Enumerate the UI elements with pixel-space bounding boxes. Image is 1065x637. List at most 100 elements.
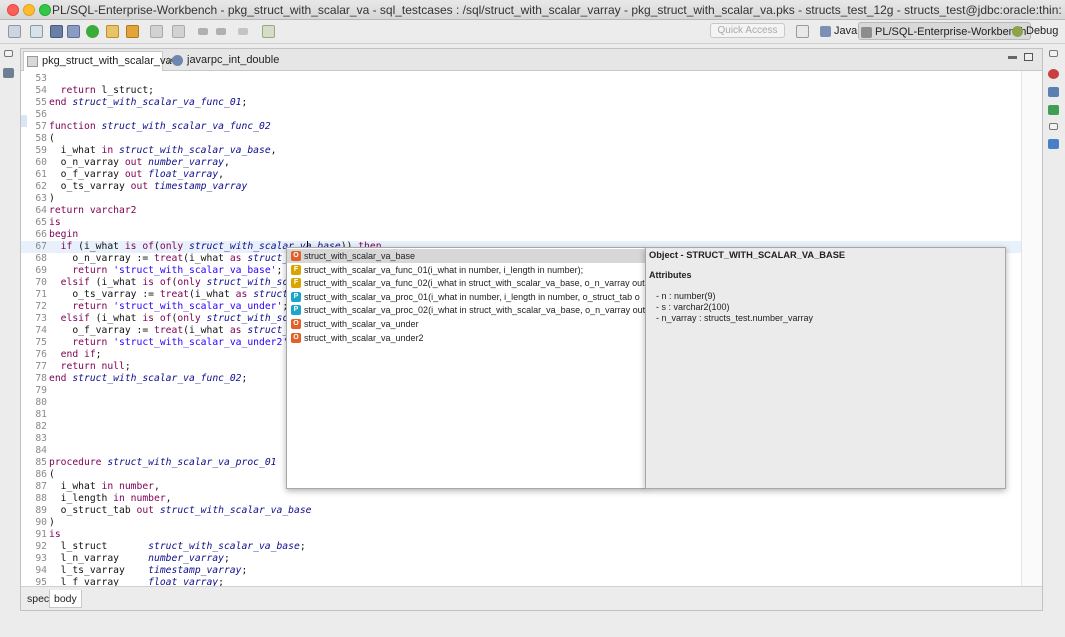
code-text: is [49, 529, 61, 541]
nav-icon[interactable] [150, 25, 163, 38]
overview-ruler[interactable] [1021, 71, 1042, 586]
line-number: 94 [35, 565, 47, 576]
maximize-view-icon[interactable] [1024, 53, 1033, 61]
back-arrow-icon[interactable] [198, 28, 208, 35]
proposal-kind-icon: P [291, 305, 301, 316]
annotation-icon[interactable] [172, 25, 185, 38]
restore-icon[interactable] [4, 50, 13, 57]
attribute-item: - s : varchar2(100) [656, 302, 730, 312]
code-token: elsif [60, 277, 90, 288]
back-history-icon[interactable] [216, 28, 226, 35]
code-token: struct_with_scalar_va_base [148, 541, 300, 552]
run-icon[interactable] [86, 25, 99, 38]
restore-icon[interactable] [1049, 50, 1058, 57]
code-text: l_f_varray float_varray; [49, 577, 224, 586]
open-folder-icon[interactable] [106, 25, 119, 38]
completion-proposal[interactable]: Ostruct_with_scalar_va_under [287, 317, 645, 331]
editor-page-tabs: spec body [21, 586, 1042, 610]
code-token: , [154, 481, 160, 492]
code-token: ) [49, 193, 55, 204]
quick-access-field[interactable]: Quick Access [710, 23, 785, 38]
new-icon[interactable] [8, 25, 21, 38]
code-line: 92 l_struct struct_with_scalar_va_base; [21, 541, 1042, 553]
code-token: in [101, 145, 114, 156]
code-token: procedure [49, 457, 102, 468]
perspective-debug[interactable]: Debug [1010, 22, 1058, 40]
code-token: l_f_varray [49, 577, 149, 586]
line-number: 55 [35, 97, 47, 108]
explorer-view-icon[interactable] [1048, 87, 1059, 97]
code-text: end struct_with_scalar_va_func_01; [49, 97, 247, 109]
hierarchy-view-icon[interactable] [1048, 139, 1059, 149]
code-text: end if; [49, 349, 102, 361]
completion-proposal[interactable]: Fstruct_with_scalar_va_func_01(i_what in… [287, 263, 645, 277]
code-line: 94 l_ts_varray timestamp_varray; [21, 565, 1042, 577]
line-number: 75 [35, 337, 47, 348]
line-number: 53 [35, 73, 47, 84]
code-text: i_what in struct_with_scalar_va_base, [49, 145, 277, 157]
code-token: l_ts_varray [49, 565, 149, 576]
minimize-window-button[interactable] [23, 4, 35, 16]
code-token: timestamp_varray [148, 565, 242, 576]
code-text: return 'struct_with_scalar_va_under'; [49, 301, 288, 313]
tab-javarpc-int-double[interactable]: javarpc_int_double [169, 51, 279, 71]
code-text: return 'struct_with_scalar_va_under2'; [49, 337, 294, 349]
save-all-icon[interactable] [67, 25, 80, 38]
code-token: (i_what [183, 253, 230, 264]
code-token: i_what [49, 145, 102, 156]
code-token: (i_what [183, 325, 230, 336]
proposal-kind-icon: F [291, 278, 301, 289]
proposal-kind-icon: O [291, 251, 301, 261]
line-number: 92 [35, 541, 47, 552]
code-text: o_f_varray out float_varray, [49, 169, 224, 181]
forward-arrow-icon[interactable] [238, 28, 248, 35]
line-number: 91 [35, 529, 47, 540]
code-text: i_length in number, [49, 493, 172, 505]
line-number: 85 [35, 457, 47, 468]
completion-proposal[interactable]: Fstruct_with_scalar_va_func_02(i_what in… [287, 276, 645, 290]
code-token: ; [241, 373, 248, 384]
close-window-button[interactable] [7, 4, 19, 16]
console-view-icon[interactable] [1048, 69, 1059, 79]
line-number: 67 [35, 241, 47, 252]
line-number: 90 [35, 517, 47, 528]
code-token: varchar2 [89, 205, 137, 216]
code-token: o_struct_tab [49, 505, 137, 516]
code-token: is of [142, 313, 172, 324]
code-token: float_varray [148, 169, 219, 180]
tools-icon[interactable] [126, 25, 139, 38]
restore-icon[interactable] [1049, 123, 1058, 130]
proposal-label: struct_with_scalar_va_proc_02(i_what in … [304, 305, 645, 316]
tab-body[interactable]: body [49, 590, 82, 608]
code-token: o_n_varray := [49, 253, 154, 264]
code-token: elsif [60, 313, 90, 324]
save-icon[interactable] [50, 25, 63, 38]
code-text: begin [49, 229, 78, 241]
outline-view-icon[interactable] [3, 68, 14, 78]
tab-pkg-struct-with-scalar-va[interactable]: pkg_struct_with_scalar_va ✕ [23, 51, 175, 71]
completion-proposal[interactable]: Ostruct_with_scalar_va_base [287, 249, 645, 263]
completion-proposal[interactable]: Ostruct_with_scalar_va_under2 [287, 331, 645, 345]
tasks-view-icon[interactable] [1048, 105, 1059, 115]
plsql-perspective-icon [861, 27, 872, 38]
proposal-label: struct_with_scalar_va_base [304, 251, 416, 261]
open-perspective-icon[interactable] [796, 25, 809, 38]
code-line: 62 o_ts_varray out timestamp_varray [21, 181, 1042, 193]
minimize-view-icon[interactable] [1008, 56, 1017, 59]
code-token: 'struct_with_scalar_va_under' [113, 301, 283, 312]
line-number: 93 [35, 553, 47, 564]
perspective-plsql[interactable]: PL/SQL-Enterprise-Workbench [858, 22, 1032, 40]
code-text: ) [49, 517, 55, 529]
code-token: , [224, 157, 230, 168]
current-marker [21, 115, 27, 127]
new-wizard-icon[interactable] [30, 25, 43, 38]
completion-proposal[interactable]: Pstruct_with_scalar_va_proc_01(i_what in… [287, 290, 645, 304]
completion-proposal[interactable]: Pstruct_with_scalar_va_proc_02(i_what in… [287, 303, 645, 317]
code-token: as [229, 253, 242, 264]
zoom-window-button[interactable] [39, 4, 51, 16]
code-token: 'struct_with_scalar_va_base' [113, 265, 277, 276]
pin-icon[interactable] [262, 25, 275, 38]
perspective-java[interactable]: Java [818, 22, 857, 40]
